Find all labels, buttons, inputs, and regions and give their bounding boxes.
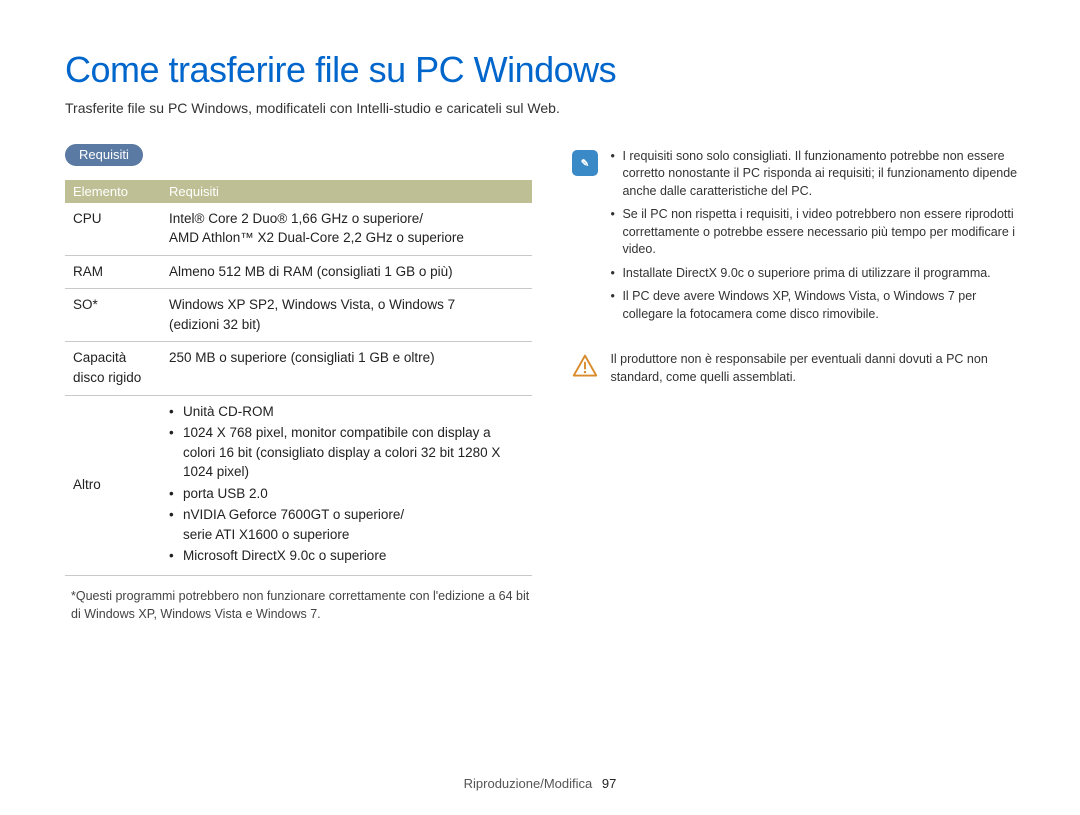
cell-label: Capacità disco rigido: [65, 342, 161, 395]
info-note-item: Il PC deve avere Windows XP, Windows Vis…: [610, 288, 1020, 323]
info-icon: ✎: [572, 150, 598, 176]
table-row: CPU Intel® Core 2 Duo® 1,66 GHz o superi…: [65, 203, 532, 256]
info-note-item: Installate DirectX 9.0c o superiore prim…: [610, 265, 1020, 283]
svg-text:✎: ✎: [581, 158, 589, 169]
info-note-item: Se il PC non rispetta i requisiti, i vid…: [610, 206, 1020, 259]
warning-note-text: Il produttore non è responsabile per eve…: [610, 351, 1020, 386]
cell-label: RAM: [65, 255, 161, 289]
cell-label: Altro: [65, 395, 161, 576]
table-header-elemento: Elemento: [65, 180, 161, 203]
table-row: Altro Unità CD-ROM 1024 X 768 pixel, mon…: [65, 395, 532, 576]
warning-icon: [572, 353, 598, 379]
cell-value: Almeno 512 MB di RAM (consigliati 1 GB o…: [161, 255, 532, 289]
info-note-box: ✎ I requisiti sono solo consigliati. Il …: [572, 148, 1020, 330]
list-item: 1024 X 768 pixel, monitor compatibile co…: [169, 423, 524, 482]
cell-value: Intel® Core 2 Duo® 1,66 GHz o superiore/…: [161, 203, 532, 256]
cell-value: Windows XP SP2, Windows Vista, o Windows…: [161, 289, 532, 342]
requirements-table: Elemento Requisiti CPU Intel® Core 2 Duo…: [65, 180, 532, 576]
table-header-requisiti: Requisiti: [161, 180, 532, 203]
cell-label: SO*: [65, 289, 161, 342]
list-item: Microsoft DirectX 9.0c o superiore: [169, 546, 524, 566]
list-item: Unità CD-ROM: [169, 402, 524, 422]
footnote: *Questi programmi potrebbero non funzion…: [65, 588, 532, 623]
table-row: Capacità disco rigido 250 MB o superiore…: [65, 342, 532, 395]
section-label-requisiti: Requisiti: [65, 144, 143, 166]
footer-page-number: 97: [602, 776, 616, 791]
cell-value: 250 MB o superiore (consigliati 1 GB e o…: [161, 342, 532, 395]
page-title: Come trasferire file su PC Windows: [65, 50, 1020, 90]
page-subtitle: Trasferite file su PC Windows, modificat…: [65, 100, 1020, 116]
warning-note-box: Il produttore non è responsabile per eve…: [572, 351, 1020, 386]
list-item: porta USB 2.0: [169, 484, 524, 504]
table-row: RAM Almeno 512 MB di RAM (consigliati 1 …: [65, 255, 532, 289]
table-row: SO* Windows XP SP2, Windows Vista, o Win…: [65, 289, 532, 342]
cell-label: CPU: [65, 203, 161, 256]
list-item: nVIDIA Geforce 7600GT o superiore/ serie…: [169, 505, 524, 544]
cell-value: Unità CD-ROM 1024 X 768 pixel, monitor c…: [161, 395, 532, 576]
page-footer: Riproduzione/Modifica 97: [0, 776, 1080, 791]
info-note-item: I requisiti sono solo consigliati. Il fu…: [610, 148, 1020, 201]
footer-section: Riproduzione/Modifica: [464, 776, 593, 791]
